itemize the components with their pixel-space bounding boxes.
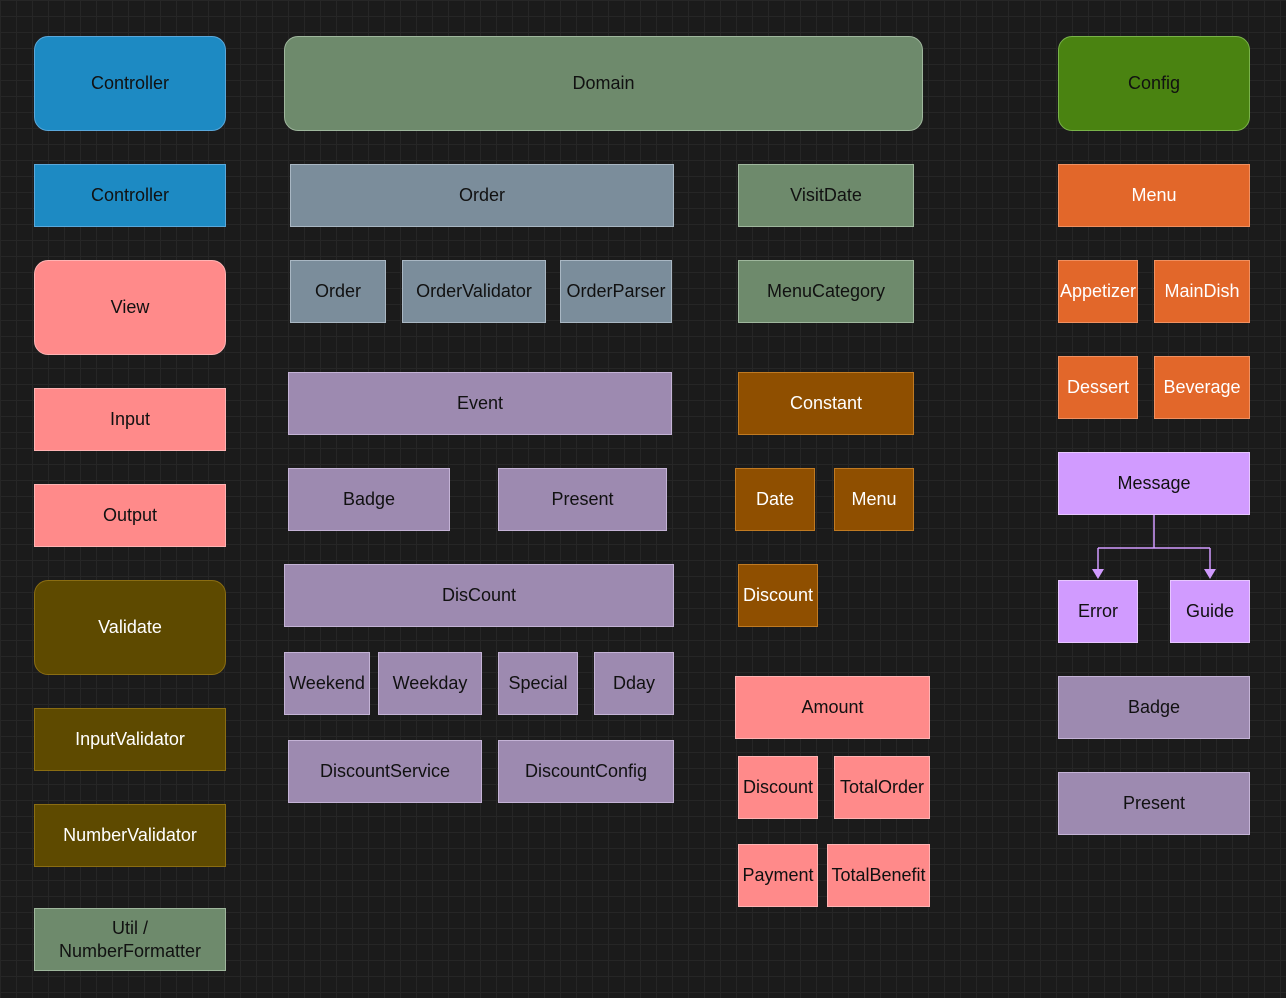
domain-group-header[interactable]: Domain (284, 36, 923, 131)
event-group-title[interactable]: Event (288, 372, 672, 435)
input-box[interactable]: Input (34, 388, 226, 451)
constant-menu-box[interactable]: Menu (834, 468, 914, 531)
menu-category-box[interactable]: MenuCategory (738, 260, 914, 323)
amount-total-benefit-box[interactable]: TotalBenefit (827, 844, 930, 907)
config-badge-box[interactable]: Badge (1058, 676, 1250, 739)
output-box[interactable]: Output (34, 484, 226, 547)
amount-payment-box[interactable]: Payment (738, 844, 818, 907)
error-message-box[interactable]: Error (1058, 580, 1138, 643)
validate-group-header[interactable]: Validate (34, 580, 226, 675)
special-discount-box[interactable]: Special (498, 652, 578, 715)
constant-date-box[interactable]: Date (735, 468, 815, 531)
weekend-discount-box[interactable]: Weekend (284, 652, 370, 715)
controller-box[interactable]: Controller (34, 164, 226, 227)
constant-group-title[interactable]: Constant (738, 372, 914, 435)
discount-group-title[interactable]: DisCount (284, 564, 674, 627)
message-box[interactable]: Message (1058, 452, 1250, 515)
event-present-box[interactable]: Present (498, 468, 667, 531)
guide-arrowhead-icon (1204, 569, 1216, 579)
number-validator-box[interactable]: NumberValidator (34, 804, 226, 867)
order-box[interactable]: Order (290, 260, 386, 323)
weekday-discount-box[interactable]: Weekday (378, 652, 482, 715)
event-badge-box[interactable]: Badge (288, 468, 450, 531)
amount-group-title[interactable]: Amount (735, 676, 930, 739)
dday-discount-box[interactable]: Dday (594, 652, 674, 715)
discount-service-box[interactable]: DiscountService (288, 740, 482, 803)
dessert-box[interactable]: Dessert (1058, 356, 1138, 419)
order-validator-box[interactable]: OrderValidator (402, 260, 546, 323)
beverage-box[interactable]: Beverage (1154, 356, 1250, 419)
amount-discount-box[interactable]: Discount (738, 756, 818, 819)
appetizer-box[interactable]: Appetizer (1058, 260, 1138, 323)
amount-total-order-box[interactable]: TotalOrder (834, 756, 930, 819)
controller-group-header[interactable]: Controller (34, 36, 226, 131)
util-number-formatter-box[interactable]: Util / NumberFormatter (34, 908, 226, 971)
constant-discount-box[interactable]: Discount (738, 564, 818, 627)
order-group-title[interactable]: Order (290, 164, 674, 227)
error-arrowhead-icon (1092, 569, 1104, 579)
guide-message-box[interactable]: Guide (1170, 580, 1250, 643)
config-present-box[interactable]: Present (1058, 772, 1250, 835)
view-group-header[interactable]: View (34, 260, 226, 355)
config-menu-title[interactable]: Menu (1058, 164, 1250, 227)
visit-date-box[interactable]: VisitDate (738, 164, 914, 227)
discount-config-box[interactable]: DiscountConfig (498, 740, 674, 803)
main-dish-box[interactable]: MainDish (1154, 260, 1250, 323)
input-validator-box[interactable]: InputValidator (34, 708, 226, 771)
order-parser-box[interactable]: OrderParser (560, 260, 672, 323)
config-group-header[interactable]: Config (1058, 36, 1250, 131)
